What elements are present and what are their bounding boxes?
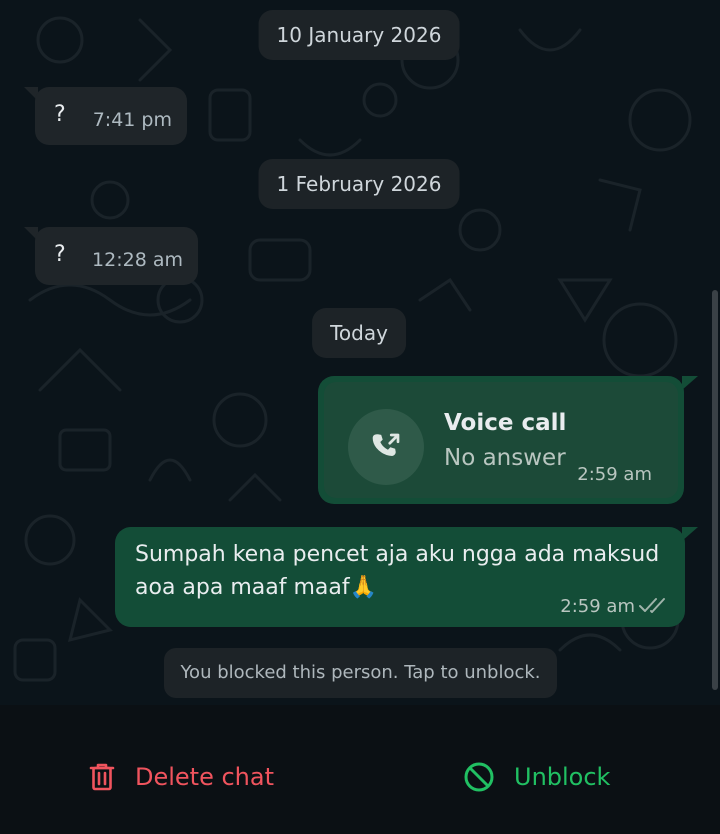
unblock-button[interactable]: Unblock <box>463 757 610 797</box>
date-chip: Today <box>312 308 406 358</box>
date-chip: 1 February 2026 <box>258 159 460 209</box>
voice-call-card: Voice call No answer 2:59 am <box>324 382 678 498</box>
double-check-icon <box>639 598 665 613</box>
scrollbar[interactable] <box>712 290 718 690</box>
date-chip: 10 January 2026 <box>258 10 460 60</box>
trash-icon <box>89 763 115 791</box>
delete-chat-label: Delete chat <box>135 763 275 791</box>
outgoing-call-icon <box>348 409 424 485</box>
bubble-tail <box>682 376 698 390</box>
message-text: ? <box>54 242 66 267</box>
call-status: No answer <box>444 445 566 471</box>
blocked-actions-bar: Delete chat Unblock <box>0 705 720 834</box>
message-time: 2:59 am <box>577 464 652 485</box>
message-time: 7:41 pm <box>92 109 172 131</box>
message-time: 12:28 am <box>92 249 183 271</box>
delete-chat-button[interactable]: Delete chat <box>88 757 274 797</box>
message-time: 2:59 am <box>560 596 635 617</box>
call-title: Voice call <box>444 410 567 436</box>
blocked-notice[interactable]: You blocked this person. Tap to unblock. <box>164 648 557 698</box>
voice-call-message[interactable]: Voice call No answer 2:59 am <box>318 376 684 504</box>
message-text: ? <box>54 102 66 127</box>
block-icon <box>464 762 494 792</box>
incoming-message[interactable]: ? 7:41 pm <box>35 87 187 145</box>
outgoing-message[interactable]: Sumpah kena pencet aja aku ngga ada maks… <box>115 527 685 627</box>
incoming-message[interactable]: ? 12:28 am <box>35 227 198 285</box>
message-text: Sumpah kena pencet aja aku ngga ada maks… <box>135 542 660 600</box>
unblock-label: Unblock <box>514 763 611 791</box>
chat-area[interactable]: 10 January 2026 ? 7:41 pm 1 February 202… <box>0 0 720 705</box>
